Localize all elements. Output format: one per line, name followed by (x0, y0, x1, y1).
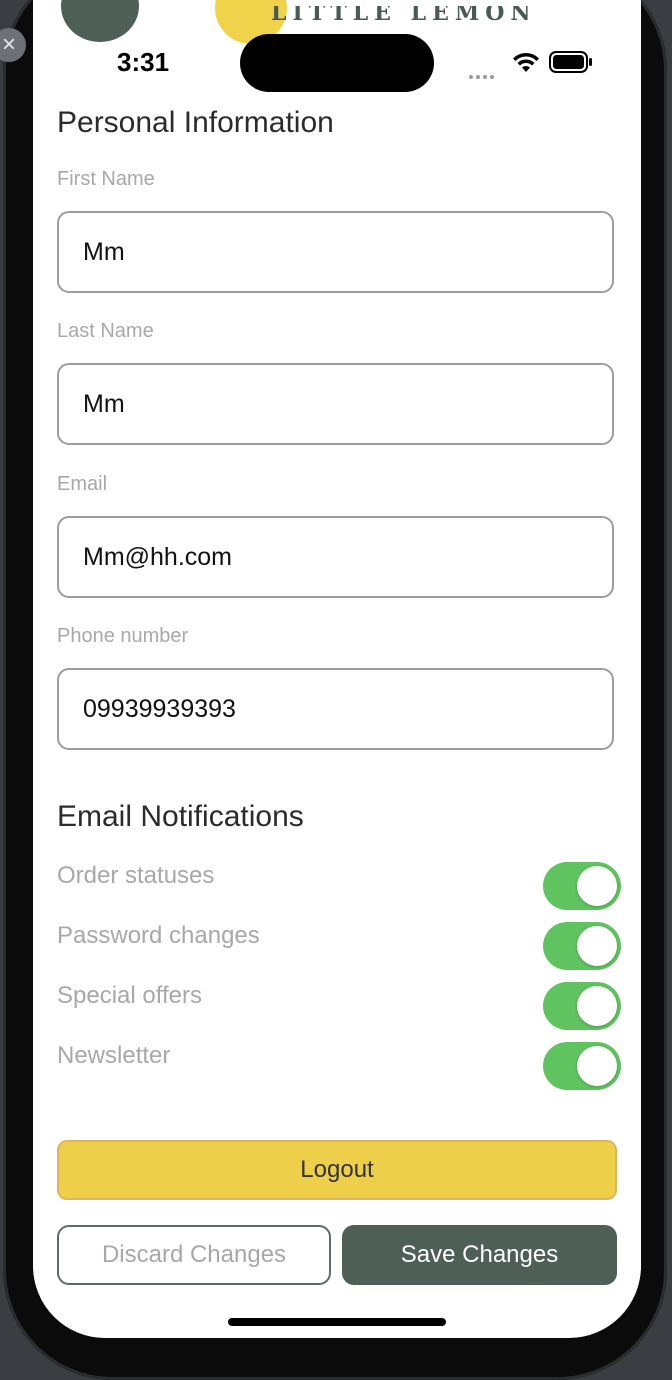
save-changes-button[interactable]: Save Changes (342, 1225, 617, 1285)
home-indicator (228, 1318, 446, 1326)
toggle-label: Order statuses (57, 862, 215, 889)
section-title-personal-information: Personal Information (57, 106, 334, 139)
toggle-knob (577, 926, 617, 966)
first-name-field[interactable] (57, 211, 614, 293)
email-label: Email (57, 473, 108, 495)
avatar[interactable] (61, 0, 139, 42)
dynamic-island (240, 34, 434, 92)
section-title-email-notifications: Email Notifications (57, 800, 304, 833)
toggle-label: Special offers (57, 982, 202, 1009)
last-name-label: Last Name (57, 320, 154, 342)
wifi-icon (511, 50, 541, 79)
phone-number-label: Phone number (57, 625, 189, 647)
toggle-knob (577, 1046, 617, 1086)
signal-icon (469, 66, 497, 84)
toggle-label: Password changes (57, 922, 260, 949)
first-name-label: First Name (57, 168, 155, 190)
special-offers-toggle[interactable] (543, 982, 621, 1030)
app-screen: LITTLE LEMON 3:31 Personal Information F… (33, 0, 641, 1338)
toggle-row-password-changes: Password changes (57, 922, 621, 972)
logo-text: LITTLE LEMON (271, 6, 537, 24)
phone-number-field[interactable] (57, 668, 614, 750)
toggle-knob (577, 986, 617, 1026)
email-field[interactable] (57, 516, 614, 598)
toggle-label: Newsletter (57, 1042, 171, 1069)
toggle-row-special-offers: Special offers (57, 982, 621, 1032)
toggle-row-order-statuses: Order statuses (57, 862, 621, 912)
status-time: 3:31 (117, 47, 170, 77)
password-changes-toggle[interactable] (543, 922, 621, 970)
newsletter-toggle[interactable] (543, 1042, 621, 1090)
toggle-knob (577, 866, 617, 906)
discard-changes-button[interactable]: Discard Changes (57, 1225, 331, 1285)
last-name-field[interactable] (57, 363, 614, 445)
battery-icon (549, 51, 593, 78)
logout-button[interactable]: Logout (57, 1140, 617, 1200)
order-statuses-toggle[interactable] (543, 862, 621, 910)
toggle-row-newsletter: Newsletter (57, 1042, 621, 1092)
